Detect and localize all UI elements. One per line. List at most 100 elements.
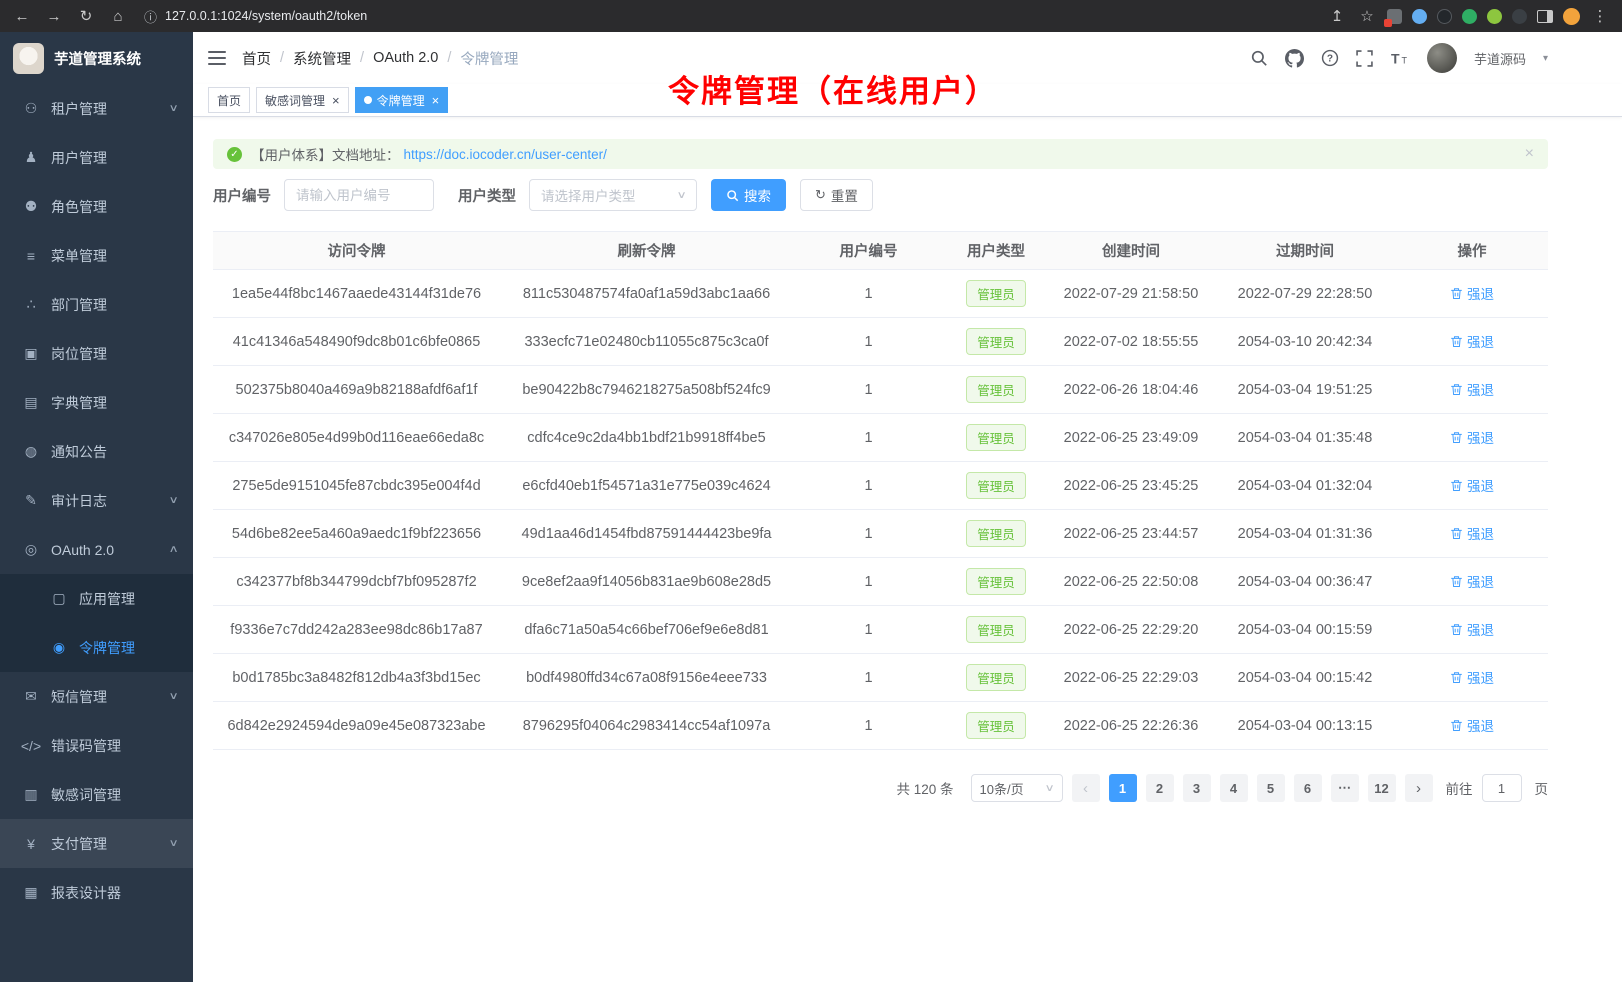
action-cell: 强退: [1396, 654, 1548, 702]
extension-icon[interactable]: [1462, 9, 1477, 24]
browser-forward-icon[interactable]: →: [44, 8, 64, 25]
expire-time-cell: 2054-03-04 01:31:36: [1214, 510, 1396, 558]
sidebar-item-role[interactable]: ⚉角色管理: [0, 182, 193, 231]
extension-icon[interactable]: [1387, 9, 1402, 24]
force-logout-button[interactable]: 强退: [1450, 475, 1494, 495]
page-info-icon[interactable]: ⓘ: [144, 7, 157, 26]
font-size-icon[interactable]: TT: [1390, 50, 1410, 67]
browser-home-icon[interactable]: ⌂: [108, 8, 128, 25]
force-logout-button[interactable]: 强退: [1450, 667, 1494, 687]
page-ellipsis[interactable]: ⋯: [1331, 774, 1359, 802]
sidebar-item-sensitive-word[interactable]: ▥敏感词管理: [0, 770, 193, 819]
force-logout-button[interactable]: 强退: [1450, 427, 1494, 447]
goto-page-input[interactable]: [1482, 774, 1522, 802]
page-button-12[interactable]: 12: [1368, 774, 1396, 802]
sidebar-item-menu[interactable]: ≡菜单管理: [0, 231, 193, 280]
tab-home[interactable]: 首页: [208, 87, 250, 113]
sidebar-menu: ⚇租户管理∨♟用户管理⚉角色管理≡菜单管理∴部门管理▣岗位管理▤字典管理◍通知公…: [0, 84, 193, 982]
profile-avatar[interactable]: [1563, 8, 1580, 25]
search-button[interactable]: 搜索: [711, 179, 786, 211]
breadcrumb-item[interactable]: OAuth 2.0: [373, 50, 438, 66]
sidebar-item-oauth2[interactable]: ◎OAuth 2.0∧: [0, 525, 193, 574]
logo-avatar: [13, 43, 44, 74]
user-type-select[interactable]: 请选择用户类型 ∨: [529, 179, 697, 211]
svg-text:T: T: [1401, 55, 1407, 65]
github-icon[interactable]: [1285, 49, 1304, 68]
app-logo[interactable]: 芋道管理系统: [0, 32, 193, 84]
breadcrumb-item[interactable]: 系统管理: [293, 48, 351, 69]
force-logout-button[interactable]: 强退: [1450, 331, 1494, 351]
force-logout-button[interactable]: 强退: [1450, 715, 1494, 735]
column-header: 访问令牌: [213, 232, 500, 270]
app-title: 芋道管理系统: [54, 48, 141, 69]
page-button-1[interactable]: 1: [1109, 774, 1137, 802]
force-logout-button[interactable]: 强退: [1450, 523, 1494, 543]
sidebar-item-error-code[interactable]: </>错误码管理: [0, 721, 193, 770]
extension-icon[interactable]: [1412, 9, 1427, 24]
force-logout-button[interactable]: 强退: [1450, 283, 1494, 303]
reset-button[interactable]: ↻ 重置: [800, 179, 873, 211]
close-icon[interactable]: ×: [1525, 145, 1534, 163]
table-row: b0d1785bc3a8482f812db4a3f3bd15ecb0df4980…: [213, 654, 1548, 702]
user-id-input[interactable]: [284, 179, 434, 211]
sidebar-item-dict[interactable]: ▤字典管理: [0, 378, 193, 427]
browser-back-icon[interactable]: ←: [12, 8, 32, 25]
search-icon[interactable]: [1250, 49, 1268, 67]
sidebar-item-report-designer[interactable]: ▦报表设计器: [0, 868, 193, 917]
browser-menu-icon[interactable]: ⋮: [1590, 7, 1610, 25]
create-time-cell: 2022-06-25 22:29:03: [1048, 654, 1214, 702]
page-size-select[interactable]: 10条/页 ∨: [971, 774, 1063, 802]
extension-icon[interactable]: [1437, 9, 1452, 24]
page-button-2[interactable]: 2: [1146, 774, 1174, 802]
sidebar-toggle-icon[interactable]: [1537, 10, 1553, 23]
prev-page-button[interactable]: ‹: [1072, 774, 1100, 802]
address-bar[interactable]: ⓘ 127.0.0.1:1024/system/oauth2/token: [144, 7, 1315, 26]
page-unit-label: 页: [1535, 778, 1549, 798]
bookmark-star-icon[interactable]: ☆: [1357, 7, 1377, 25]
browser-reload-icon[interactable]: ↻: [76, 7, 96, 25]
sidebar-item-audit-log[interactable]: ✎审计日志∨: [0, 476, 193, 525]
sidebar-item-token-management[interactable]: ◉令牌管理: [0, 623, 193, 672]
sidebar-item-payment[interactable]: ¥支付管理∨: [0, 819, 193, 868]
breadcrumb-item[interactable]: 首页: [242, 48, 271, 69]
sidebar-item-post[interactable]: ▣岗位管理: [0, 329, 193, 378]
doc-link[interactable]: https://doc.iocoder.cn/user-center/: [404, 147, 607, 162]
chevron-down-icon: ∨: [168, 103, 178, 114]
user-type-cell: 管理员: [944, 318, 1048, 366]
username[interactable]: 芋道源码: [1474, 49, 1526, 68]
help-icon[interactable]: ?: [1321, 49, 1339, 67]
sidebar-item-sms[interactable]: ✉短信管理∨: [0, 672, 193, 721]
close-icon[interactable]: ×: [432, 94, 440, 107]
user-type-cell: 管理员: [944, 702, 1048, 750]
sidebar-item-notice[interactable]: ◍通知公告: [0, 427, 193, 476]
chevron-down-icon[interactable]: ▾: [1543, 53, 1548, 64]
user-avatar[interactable]: [1427, 43, 1457, 73]
hamburger-icon[interactable]: [208, 51, 226, 65]
sidebar-item-user[interactable]: ♟用户管理: [0, 133, 193, 182]
share-icon[interactable]: ↥: [1327, 7, 1347, 25]
close-icon[interactable]: ×: [332, 94, 340, 107]
payment-icon: ¥: [20, 836, 42, 852]
force-logout-button[interactable]: 强退: [1450, 571, 1494, 591]
page-button-3[interactable]: 3: [1183, 774, 1211, 802]
force-logout-button[interactable]: 强退: [1450, 619, 1494, 639]
action-cell: 强退: [1396, 510, 1548, 558]
create-time-cell: 2022-06-25 22:29:20: [1048, 606, 1214, 654]
fullscreen-icon[interactable]: [1356, 50, 1373, 67]
app-header: 首页/系统管理/OAuth 2.0/令牌管理 ? TT 芋道源码: [193, 32, 1622, 84]
access-token-cell: f9336e7c7dd242a283ee98dc86b17a87: [213, 606, 500, 654]
force-logout-button[interactable]: 强退: [1450, 379, 1494, 399]
tab-sensitive-word[interactable]: 敏感词管理×: [256, 87, 349, 113]
token-management-icon: ◉: [48, 639, 70, 656]
create-time-cell: 2022-06-25 22:50:08: [1048, 558, 1214, 606]
page-button-5[interactable]: 5: [1257, 774, 1285, 802]
sidebar-item-dept[interactable]: ∴部门管理: [0, 280, 193, 329]
next-page-button[interactable]: ›: [1405, 774, 1433, 802]
sidebar-item-tenant[interactable]: ⚇租户管理∨: [0, 84, 193, 133]
extension-icon[interactable]: [1512, 9, 1527, 24]
page-button-6[interactable]: 6: [1294, 774, 1322, 802]
sidebar-item-app-management[interactable]: ▢应用管理: [0, 574, 193, 623]
extension-icon[interactable]: [1487, 9, 1502, 24]
page-button-4[interactable]: 4: [1220, 774, 1248, 802]
tab-token[interactable]: 令牌管理×: [355, 87, 449, 113]
